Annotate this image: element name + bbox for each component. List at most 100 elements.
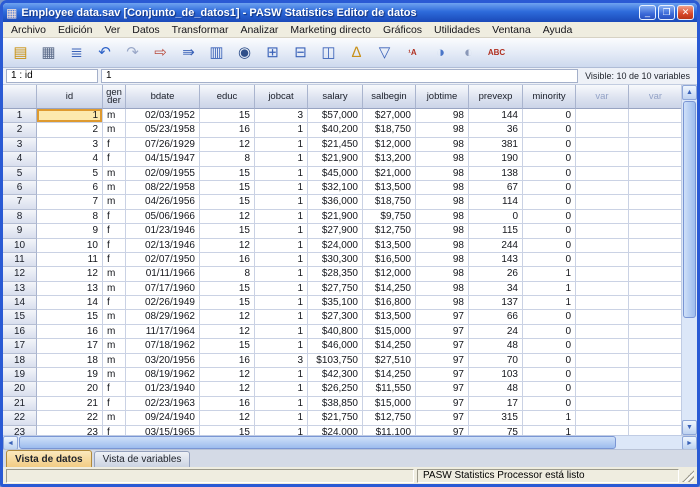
data-cell[interactable]: 1 [255, 195, 308, 209]
data-cell[interactable] [629, 310, 681, 324]
data-cell[interactable]: 1 [255, 382, 308, 396]
data-cell[interactable]: f [103, 253, 126, 267]
data-cell[interactable]: 114 [469, 195, 523, 209]
data-cell[interactable]: 1 [255, 123, 308, 137]
data-cell[interactable]: 1 [255, 253, 308, 267]
data-cell[interactable]: 8 [37, 210, 103, 224]
print-icon[interactable]: ▦ [36, 41, 61, 65]
data-cell[interactable]: 137 [469, 296, 523, 310]
data-cell[interactable]: 19 [37, 368, 103, 382]
data-cell[interactable]: 0 [523, 138, 576, 152]
data-cell[interactable] [576, 368, 629, 382]
data-cell[interactable]: 98 [416, 181, 469, 195]
data-cell[interactable]: 10 [37, 239, 103, 253]
data-cell[interactable]: $35,100 [308, 296, 363, 310]
data-cell[interactable]: 12 [200, 382, 255, 396]
data-cell[interactable]: 0 [523, 109, 576, 123]
data-cell[interactable]: 97 [416, 368, 469, 382]
redo-icon[interactable]: ↷ [120, 41, 145, 65]
data-cell[interactable]: 05/06/1966 [126, 210, 200, 224]
data-cell[interactable]: $14,250 [363, 282, 416, 296]
data-cell[interactable] [629, 253, 681, 267]
data-cell[interactable] [629, 138, 681, 152]
open-data-icon[interactable]: ▤ [8, 41, 33, 65]
data-cell[interactable] [576, 426, 629, 435]
data-cell[interactable]: $42,300 [308, 368, 363, 382]
column-header-var[interactable]: var [629, 85, 681, 109]
scroll-left-arrow[interactable]: ◄ [3, 436, 18, 450]
cell-editor[interactable]: 1 [101, 69, 578, 83]
data-cell[interactable]: 20 [37, 382, 103, 396]
data-cell[interactable]: $27,510 [363, 354, 416, 368]
data-cell[interactable]: 48 [469, 382, 523, 396]
data-cell[interactable]: 21 [37, 397, 103, 411]
menu-transformar[interactable]: Transformar [166, 23, 235, 37]
row-header[interactable]: 13 [3, 282, 37, 296]
data-cell[interactable]: 13 [37, 282, 103, 296]
data-cell[interactable]: 12 [200, 325, 255, 339]
data-cell[interactable]: 15 [200, 195, 255, 209]
data-cell[interactable] [576, 109, 629, 123]
data-cell[interactable]: $40,800 [308, 325, 363, 339]
close-button[interactable]: ✕ [677, 5, 694, 20]
data-cell[interactable]: 98 [416, 253, 469, 267]
data-cell[interactable] [629, 354, 681, 368]
data-cell[interactable]: m [103, 109, 126, 123]
scroll-up-arrow[interactable]: ▲ [682, 85, 697, 100]
data-cell[interactable]: 16 [200, 253, 255, 267]
data-cell[interactable]: $27,300 [308, 310, 363, 324]
data-cell[interactable]: 143 [469, 253, 523, 267]
data-cell[interactable] [629, 382, 681, 396]
data-cell[interactable] [576, 181, 629, 195]
data-cell[interactable]: 15 [200, 296, 255, 310]
data-cell[interactable]: $12,000 [363, 138, 416, 152]
data-cell[interactable]: f [103, 210, 126, 224]
data-cell[interactable]: 11 [37, 253, 103, 267]
row-header[interactable]: 12 [3, 267, 37, 281]
column-header-prevexp[interactable]: prevexp [469, 85, 523, 109]
data-cell[interactable]: 15 [200, 339, 255, 353]
data-cell[interactable]: 1 [37, 109, 103, 123]
data-cell[interactable]: 03/15/1965 [126, 426, 200, 435]
data-cell[interactable] [629, 426, 681, 435]
row-header[interactable]: 16 [3, 325, 37, 339]
data-cell[interactable]: 0 [523, 339, 576, 353]
data-cell[interactable]: 1 [255, 368, 308, 382]
data-cell[interactable]: 3 [255, 109, 308, 123]
data-cell[interactable]: $18,750 [363, 195, 416, 209]
menu-analizar[interactable]: Analizar [234, 23, 284, 37]
data-cell[interactable]: 17 [37, 339, 103, 353]
data-cell[interactable]: 97 [416, 325, 469, 339]
data-cell[interactable]: 12 [200, 239, 255, 253]
data-cell[interactable]: 22 [37, 411, 103, 425]
data-cell[interactable]: 12 [200, 210, 255, 224]
data-cell[interactable]: m [103, 267, 126, 281]
data-cell[interactable]: 03/20/1956 [126, 354, 200, 368]
data-cell[interactable]: 98 [416, 152, 469, 166]
row-header[interactable]: 23 [3, 426, 37, 435]
column-header-var[interactable]: var [576, 85, 629, 109]
split-file-icon[interactable]: ◫ [316, 41, 341, 65]
data-cell[interactable]: 15 [200, 282, 255, 296]
row-header[interactable]: 14 [3, 296, 37, 310]
data-cell[interactable]: 1 [255, 339, 308, 353]
data-cell[interactable] [629, 109, 681, 123]
data-cell[interactable]: 26 [469, 267, 523, 281]
column-header-minority[interactable]: minority [523, 85, 576, 109]
data-cell[interactable]: 34 [469, 282, 523, 296]
menu-marketing-directo[interactable]: Marketing directo [284, 23, 377, 37]
row-header[interactable]: 3 [3, 138, 37, 152]
data-cell[interactable]: 0 [469, 210, 523, 224]
data-cell[interactable]: $16,500 [363, 253, 416, 267]
data-cell[interactable]: 14 [37, 296, 103, 310]
data-cell[interactable]: 36 [469, 123, 523, 137]
data-cell[interactable]: 0 [523, 123, 576, 137]
data-cell[interactable]: 98 [416, 167, 469, 181]
data-cell[interactable]: 1 [523, 267, 576, 281]
data-cell[interactable]: 97 [416, 310, 469, 324]
data-cell[interactable]: 1 [255, 397, 308, 411]
data-cell[interactable]: $13,500 [363, 181, 416, 195]
column-header-educ[interactable]: educ [200, 85, 255, 109]
vertical-scroll-track[interactable] [682, 319, 697, 420]
data-cell[interactable]: 0 [523, 152, 576, 166]
